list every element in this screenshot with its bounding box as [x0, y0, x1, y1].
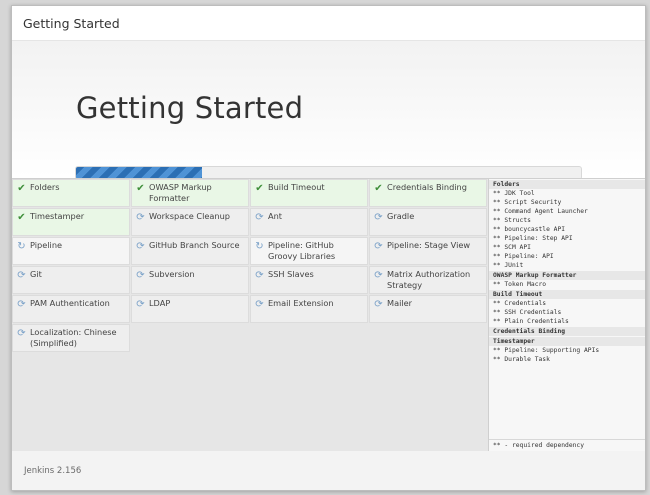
plugin-item: ✔ Folders: [12, 179, 130, 207]
refresh-icon: ⟳: [374, 270, 383, 281]
plugin-item: ✔ OWASP Markup Formatter: [131, 179, 249, 207]
plugin-label: GitHub Branch Source: [149, 240, 240, 250]
plugin-item: ⟳ Mailer: [369, 295, 487, 323]
dialog-footer: Jenkins 2.156: [12, 451, 645, 490]
plugin-item: ⟳ GitHub Branch Source: [131, 237, 249, 265]
plugin-grid: ✔ Folders ✔ OWASP Markup Formatter ✔ Build Ti…: [12, 179, 487, 352]
refresh-icon: ⟳: [136, 270, 145, 281]
plugin-label: Folders: [30, 182, 60, 192]
check-icon: ✔: [255, 183, 264, 194]
check-icon: ✔: [374, 183, 383, 194]
plugin-label: Mailer: [387, 298, 413, 308]
setup-dialog: Getting Started Getting Started ✔ Folders…: [11, 5, 646, 491]
check-icon: ✔: [136, 183, 145, 194]
plugin-label: PAM Authentication: [30, 298, 110, 308]
plugin-item: ⟳ SSH Slaves: [250, 266, 368, 294]
plugin-item: ✔ Build Timeout: [250, 179, 368, 207]
log-line: ** Token Macro: [493, 281, 547, 288]
refresh-icon: ⟳: [374, 212, 383, 223]
refresh-icon: ⟳: [136, 299, 145, 310]
page-title: Getting Started: [76, 91, 304, 125]
plugin-label: Pipeline: GitHub Groovy Libraries: [268, 240, 336, 261]
log-section-title: Credentials Binding: [489, 327, 645, 336]
plugin-item: ↻ Pipeline: GitHub Groovy Libraries: [250, 237, 368, 265]
refresh-icon: ⟳: [374, 241, 383, 252]
plugin-item: ⟳ Ant: [250, 208, 368, 236]
check-icon: ✔: [17, 183, 26, 194]
log-line: ** SSH Credentials: [493, 309, 562, 316]
check-icon: ✔: [17, 212, 26, 223]
plugin-label: Subversion: [149, 269, 195, 279]
plugin-install-area: ✔ Folders ✔ OWASP Markup Formatter ✔ Build Ti…: [12, 178, 645, 452]
log-line: ** Credentials: [493, 300, 547, 307]
log-line: ** Durable Task: [493, 356, 550, 363]
log-line: ** Structs: [493, 217, 531, 224]
plugin-label: Email Extension: [268, 298, 334, 308]
plugin-label: Credentials Binding: [387, 182, 467, 192]
spinner-icon: ↻: [17, 241, 26, 252]
plugin-item: ⟳ Subversion: [131, 266, 249, 294]
plugin-label: Build Timeout: [268, 182, 325, 192]
plugin-label: LDAP: [149, 298, 171, 308]
plugin-item: ⟳ Git: [12, 266, 130, 294]
refresh-icon: ⟳: [136, 241, 145, 252]
plugin-label: Matrix Authorization Strategy: [387, 269, 471, 290]
log-line: ** Plain Credentials: [493, 318, 569, 325]
plugin-item: ⟳ LDAP: [131, 295, 249, 323]
plugin-label: Gradle: [387, 211, 415, 221]
refresh-icon: ⟳: [17, 328, 26, 339]
plugin-label: Git: [30, 269, 42, 279]
log-line: ** Script Security: [493, 199, 562, 206]
plugin-label: Pipeline: [30, 240, 63, 250]
refresh-icon: ⟳: [374, 299, 383, 310]
log-section-title: Timestamper: [489, 337, 645, 346]
plugin-item: ⟳ Localization: Chinese (Simplified): [12, 324, 130, 352]
refresh-icon: ⟳: [255, 270, 264, 281]
plugin-item: ⟳ Pipeline: Stage View: [369, 237, 487, 265]
log-line: ** bouncycastle API: [493, 226, 566, 233]
plugin-label: Workspace Cleanup: [149, 211, 230, 221]
refresh-icon: ⟳: [136, 212, 145, 223]
plugin-label: OWASP Markup Formatter: [149, 182, 212, 203]
plugin-item: ✔ Credentials Binding: [369, 179, 487, 207]
jenkins-version: Jenkins 2.156: [24, 465, 82, 476]
plugin-item: ✔ Timestamper: [12, 208, 130, 236]
log-line: ** Command Agent Launcher: [493, 208, 588, 215]
log-line: ** JDK Tool: [493, 190, 535, 197]
spinner-icon: ↻: [255, 241, 264, 252]
log-line: ** Pipeline: Supporting APIs: [493, 347, 600, 354]
plugin-item: ⟳ Gradle: [369, 208, 487, 236]
plugin-label: Ant: [268, 211, 283, 221]
plugin-item: ⟳ Matrix Authorization Strategy: [369, 266, 487, 294]
plugin-item: ↻ Pipeline: [12, 237, 130, 265]
refresh-icon: ⟳: [17, 299, 26, 310]
log-section-title: Build Timeout: [489, 290, 645, 299]
plugin-label: SSH Slaves: [268, 269, 314, 279]
log-footer: ** - required dependency: [489, 439, 645, 451]
plugin-item: ⟳ Workspace Cleanup: [131, 208, 249, 236]
refresh-icon: ⟳: [255, 299, 264, 310]
plugin-label: Localization: Chinese (Simplified): [30, 327, 117, 348]
install-log-panel[interactable]: Folders ** JDK Tool ** Script Security ** C…: [488, 179, 645, 451]
plugin-label: Timestamper: [30, 211, 85, 221]
log-line: ** Pipeline: API: [493, 253, 554, 260]
plugin-item: ⟳ Email Extension: [250, 295, 368, 323]
log-section-title: Folders: [489, 180, 645, 189]
plugin-item: ⟳ PAM Authentication: [12, 295, 130, 323]
refresh-icon: ⟳: [17, 270, 26, 281]
install-log-body: Folders ** JDK Tool ** Script Security ** C…: [489, 180, 645, 364]
log-line: ** JUnit: [493, 262, 524, 269]
plugin-label: Pipeline: Stage View: [387, 240, 471, 250]
dialog-title: Getting Started: [23, 15, 120, 31]
log-line: ** Pipeline: Step API: [493, 235, 573, 242]
log-section-title: OWASP Markup Formatter: [489, 271, 645, 280]
dialog-header: Getting Started: [12, 6, 645, 41]
hero-section: Getting Started: [12, 41, 645, 180]
refresh-icon: ⟳: [255, 212, 264, 223]
log-line: ** SCM API: [493, 244, 531, 251]
